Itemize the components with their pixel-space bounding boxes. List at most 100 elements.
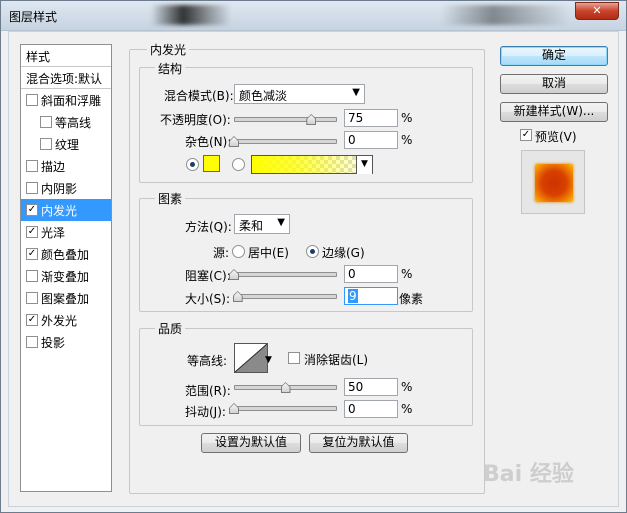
cancel-button[interactable]: 取消 [500, 74, 608, 94]
panel-title: 内发光 [147, 41, 190, 58]
jitter-input[interactable]: 0 [344, 400, 398, 418]
antialias-label[interactable]: 消除锯齿(L) [304, 351, 368, 368]
style-list-header[interactable]: 样式 [21, 45, 111, 67]
style-item-checkbox[interactable] [26, 94, 38, 106]
style-item-label: 图案叠加 [41, 292, 90, 306]
style-item-label: 渐变叠加 [41, 270, 90, 284]
watermark: Bai 经验 [483, 462, 574, 487]
style-item[interactable]: 图案叠加 [21, 287, 111, 309]
style-item-checkbox[interactable] [40, 138, 52, 150]
range-input[interactable]: 50 [344, 378, 398, 396]
choke-slider[interactable] [234, 272, 337, 277]
noise-input[interactable]: 0 [344, 131, 398, 149]
preview-label[interactable]: 预览(V) [535, 128, 577, 145]
blending-options-item[interactable]: 混合选项:默认 [21, 67, 111, 89]
noise-slider[interactable] [234, 139, 337, 144]
size-slider[interactable] [234, 294, 337, 299]
ok-button[interactable]: 确定 [500, 46, 608, 66]
style-item-checkbox[interactable] [26, 182, 38, 194]
style-item-checkbox[interactable]: ✓ [26, 248, 38, 260]
source-edge-label[interactable]: 边缘(G) [322, 244, 365, 261]
style-item-label: 纹理 [55, 138, 80, 152]
close-icon: ✕ [592, 4, 602, 17]
style-item[interactable]: 描边 [21, 155, 111, 177]
noise-label: 杂色(N): [185, 135, 232, 149]
style-item[interactable]: ✓ 光泽 [21, 221, 111, 243]
blend-mode-label: 混合模式(B): [164, 89, 234, 103]
style-item-label: 描边 [41, 160, 66, 174]
chevron-down-icon: ▼ [277, 217, 285, 228]
style-item-label: 等高线 [55, 116, 92, 130]
percent-sign: % [401, 380, 413, 394]
quality-legend: 品质 [155, 320, 186, 337]
source-edge-radio[interactable] [306, 245, 319, 258]
percent-sign: % [401, 402, 413, 416]
elements-legend: 图素 [155, 190, 186, 207]
source-center-label[interactable]: 居中(E) [248, 244, 289, 261]
contour-picker[interactable] [234, 343, 268, 373]
solid-color-radio[interactable] [186, 158, 199, 171]
size-input-value: 9 [348, 289, 358, 303]
style-item[interactable]: ✓ 内发光 [21, 199, 111, 221]
style-item-label: 光泽 [41, 226, 66, 240]
style-item-label: 投影 [41, 336, 66, 350]
style-item-checkbox[interactable]: ✓ [26, 226, 38, 238]
style-item[interactable]: 投影 [21, 331, 111, 353]
style-item-checkbox[interactable] [26, 336, 38, 348]
blend-mode-value: 颜色减淡 [239, 89, 288, 103]
preview-checkbox[interactable]: ✓ [520, 129, 532, 141]
source-center-radio[interactable] [232, 245, 245, 258]
choke-input[interactable]: 0 [344, 265, 398, 283]
opacity-slider[interactable] [234, 117, 337, 122]
range-label: 范围(R): [185, 384, 231, 398]
contour-linear-icon [234, 343, 268, 373]
style-item[interactable]: 斜面和浮雕 [21, 89, 111, 111]
style-item-label: 内阴影 [41, 182, 78, 196]
technique-select[interactable]: 柔和 ▼ [234, 214, 290, 234]
opacity-input[interactable]: 75 [344, 109, 398, 127]
new-style-button[interactable]: 新建样式(W)... [500, 102, 608, 122]
window-title: 图层样式 [9, 10, 58, 24]
style-preview [521, 150, 585, 214]
chevron-down-icon[interactable]: ▼ [356, 156, 372, 174]
size-input[interactable]: 9 [344, 287, 398, 305]
layer-style-dialog: 图层样式 ✕ 样式 混合选项:默认 斜面和浮雕 等高线 纹理 描边 内阴影 ✓ 内发光 ✓ 光泽… [0, 0, 627, 513]
close-button[interactable]: ✕ [575, 2, 619, 20]
style-item[interactable]: 等高线 [21, 111, 111, 133]
size-unit: 像素 [399, 292, 424, 306]
antialias-checkbox[interactable] [288, 352, 300, 364]
contour-label: 等高线: [187, 354, 228, 368]
style-item[interactable]: 内阴影 [21, 177, 111, 199]
style-item-checkbox[interactable] [26, 160, 38, 172]
title-bar[interactable]: 图层样式 ✕ [1, 1, 626, 31]
style-item[interactable]: ✓ 颜色叠加 [21, 243, 111, 265]
size-label: 大小(S): [185, 292, 231, 306]
chevron-down-icon: ▼ [352, 87, 360, 98]
style-item-checkbox[interactable] [40, 116, 52, 128]
make-default-button[interactable]: 设置为默认值 [201, 433, 301, 453]
gradient-radio[interactable] [232, 158, 245, 171]
jitter-label: 抖动(J): [185, 405, 226, 419]
style-item-checkbox[interactable]: ✓ [26, 204, 38, 216]
style-list: 样式 混合选项:默认 斜面和浮雕 等高线 纹理 描边 内阴影 ✓ 内发光 ✓ 光泽 ✓ 颜色叠加 渐变… [20, 44, 112, 492]
blend-mode-select[interactable]: 颜色减淡 ▼ [234, 84, 365, 104]
source-label: 源: [213, 246, 230, 260]
reset-default-button[interactable]: 复位为默认值 [309, 433, 408, 453]
style-item-checkbox[interactable] [26, 270, 38, 282]
glow-color-swatch[interactable] [203, 155, 220, 172]
preview-swatch [535, 164, 573, 202]
gradient-picker[interactable]: ▼ [251, 155, 373, 174]
style-item[interactable]: 纹理 [21, 133, 111, 155]
technique-label: 方法(Q): [185, 220, 232, 234]
style-item[interactable]: ✓ 外发光 [21, 309, 111, 331]
jitter-slider[interactable] [234, 406, 337, 411]
style-item-label: 外发光 [41, 314, 78, 328]
style-item-label: 颜色叠加 [41, 248, 90, 262]
opacity-label: 不透明度(O): [160, 113, 231, 127]
percent-sign: % [401, 133, 413, 147]
style-item-label: 内发光 [41, 204, 78, 218]
style-item-checkbox[interactable] [26, 292, 38, 304]
style-item-checkbox[interactable]: ✓ [26, 314, 38, 326]
chevron-down-icon[interactable]: ▼ [265, 355, 272, 365]
style-item[interactable]: 渐变叠加 [21, 265, 111, 287]
